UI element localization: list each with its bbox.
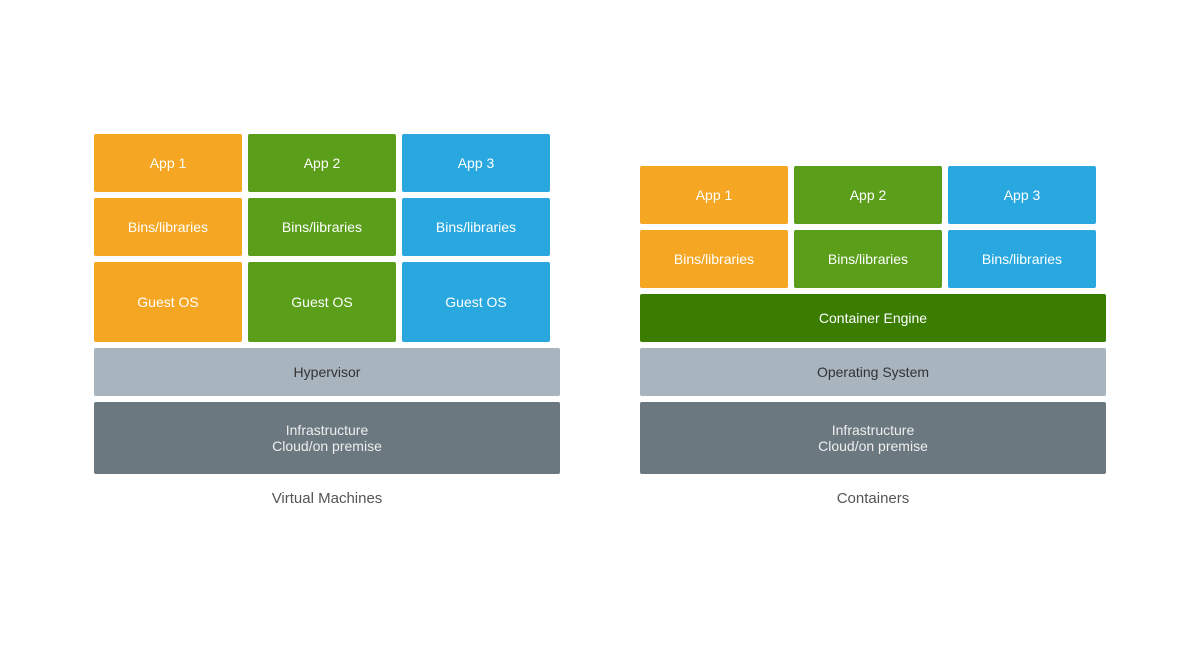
- vm-bins2: Bins/libraries: [248, 198, 396, 256]
- ct-label: Containers: [837, 490, 910, 507]
- ct-app2: App 2: [794, 166, 942, 224]
- vm-guestos2: Guest OS: [248, 262, 396, 342]
- ct-bins1: Bins/libraries: [640, 230, 788, 288]
- ct-engine: Container Engine: [640, 294, 1106, 342]
- vm-label: Virtual Machines: [272, 490, 383, 507]
- vm-diagram: App 1 App 2 App 3 Bins/libraries Bins/li…: [94, 134, 560, 507]
- vm-hypervisor: Hypervisor: [94, 348, 560, 396]
- vm-app3: App 3: [402, 134, 550, 192]
- ct-bins3: Bins/libraries: [948, 230, 1096, 288]
- ct-os: Operating System: [640, 348, 1106, 396]
- ct-app-row: App 1 App 2 App 3: [640, 166, 1106, 224]
- ct-stack: App 1 App 2 App 3 Bins/libraries Bins/li…: [640, 166, 1106, 474]
- vm-guestos1: Guest OS: [94, 262, 242, 342]
- ct-infra: Infrastructure Cloud/on premise: [640, 402, 1106, 474]
- vm-bins-row: Bins/libraries Bins/libraries Bins/libra…: [94, 198, 560, 256]
- vm-app1: App 1: [94, 134, 242, 192]
- vm-app2: App 2: [248, 134, 396, 192]
- vm-bins3: Bins/libraries: [402, 198, 550, 256]
- vm-stack: App 1 App 2 App 3 Bins/libraries Bins/li…: [94, 134, 560, 474]
- ct-app1: App 1: [640, 166, 788, 224]
- ct-bins2: Bins/libraries: [794, 230, 942, 288]
- ct-diagram: App 1 App 2 App 3 Bins/libraries Bins/li…: [640, 166, 1106, 507]
- vm-app-row: App 1 App 2 App 3: [94, 134, 560, 192]
- vm-bins1: Bins/libraries: [94, 198, 242, 256]
- vm-guestos3: Guest OS: [402, 262, 550, 342]
- vm-infra: Infrastructure Cloud/on premise: [94, 402, 560, 474]
- ct-app3: App 3: [948, 166, 1096, 224]
- ct-bins-row: Bins/libraries Bins/libraries Bins/libra…: [640, 230, 1106, 288]
- vm-guestos-row: Guest OS Guest OS Guest OS: [94, 262, 560, 342]
- main-container: App 1 App 2 App 3 Bins/libraries Bins/li…: [94, 134, 1106, 537]
